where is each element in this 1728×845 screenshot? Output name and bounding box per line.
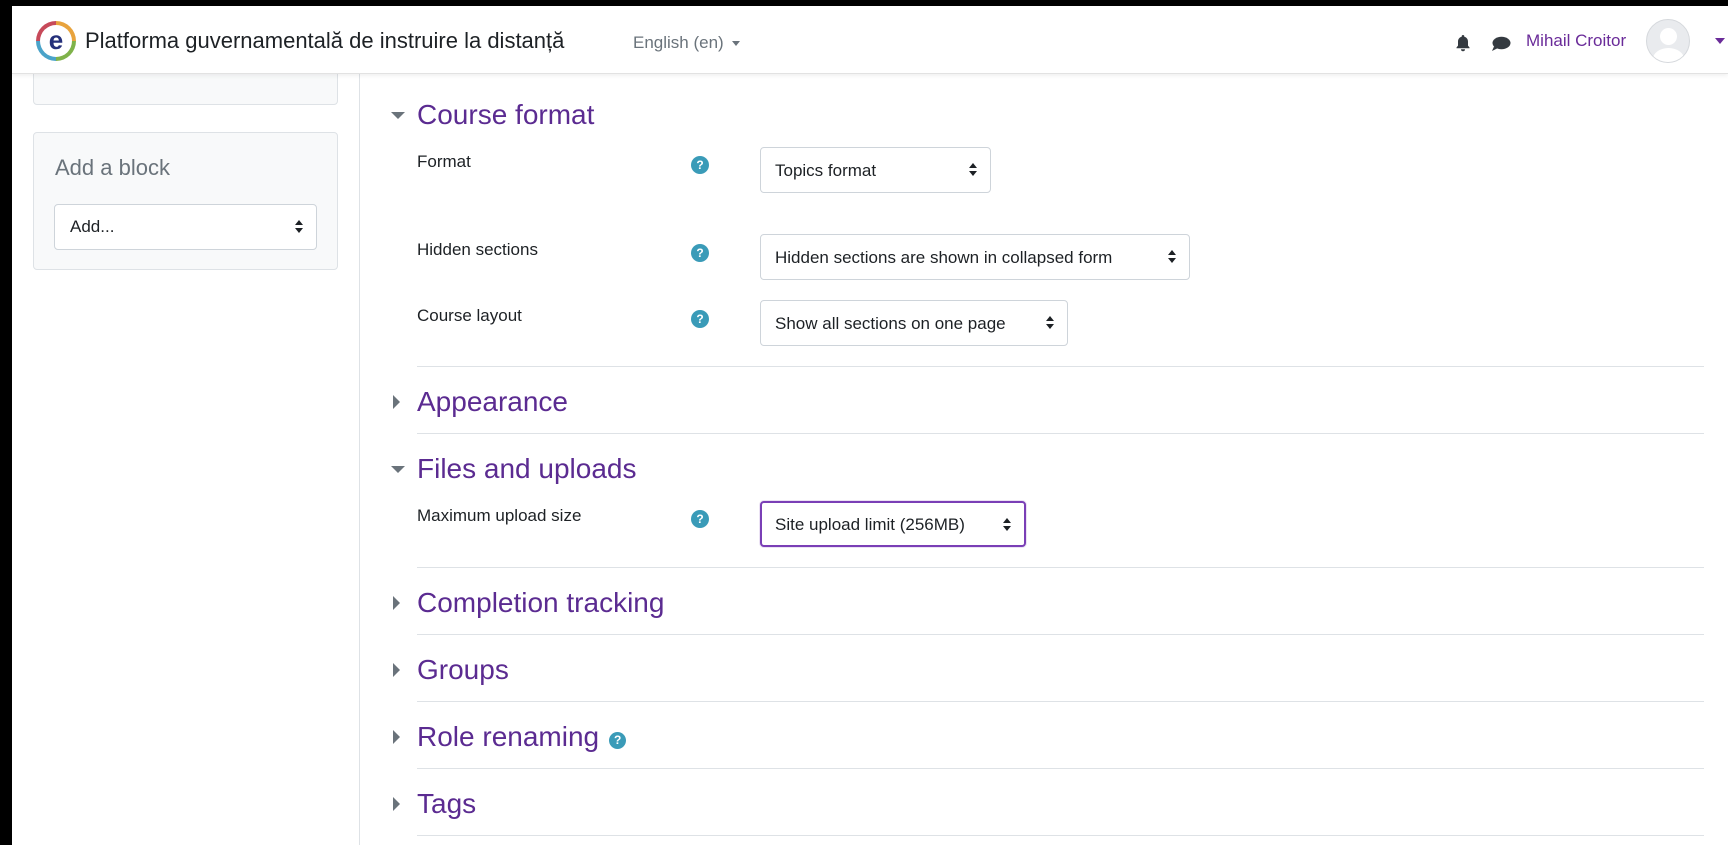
chevron-down-icon[interactable] <box>1715 38 1725 44</box>
section-title: Completion tracking <box>417 587 665 618</box>
hidden-sections-select[interactable]: Hidden sections are shown in collapsed f… <box>760 234 1190 280</box>
avatar-head <box>1660 28 1677 45</box>
section-header-groups[interactable]: Groups <box>391 653 509 687</box>
section-header-completion-tracking[interactable]: Completion tracking <box>391 586 664 620</box>
add-block-panel: Add a block Add... <box>33 132 338 270</box>
top-navbar: e Platforma guvernamentală de instruire … <box>12 6 1728 74</box>
field-label-format: Format <box>417 152 471 171</box>
browser-viewport: e Platforma guvernamentală de instruire … <box>12 6 1728 845</box>
max-upload-size-select-value: Site upload limit (256MB) <box>775 515 965 534</box>
help-icon[interactable]: ? <box>691 510 709 528</box>
language-label: English (en) <box>633 33 724 52</box>
caret-down-icon <box>391 111 405 119</box>
caret-right-icon <box>393 730 400 744</box>
max-upload-size-select[interactable]: Site upload limit (256MB) <box>760 501 1026 547</box>
section-title: Appearance <box>417 386 569 417</box>
section-divider <box>417 366 1704 367</box>
hidden-sections-select-value: Hidden sections are shown in collapsed f… <box>775 248 1113 267</box>
course-layout-select[interactable]: Show all sections on one page <box>760 300 1068 346</box>
section-divider <box>417 634 1704 635</box>
select-arrows-icon <box>969 163 978 177</box>
help-icon[interactable]: ? <box>691 310 709 328</box>
help-icon[interactable]: ? <box>691 156 709 174</box>
site-logo[interactable]: e <box>36 21 76 61</box>
section-title: Course format <box>417 99 595 130</box>
select-arrows-icon <box>1168 250 1177 264</box>
left-block-column: Add a block Add... <box>12 54 360 845</box>
section-divider <box>417 701 1704 702</box>
help-icon[interactable]: ? <box>691 244 709 262</box>
course-layout-select-value: Show all sections on one page <box>775 314 1006 333</box>
select-arrows-icon <box>1003 518 1012 532</box>
field-label-course-layout: Course layout <box>417 306 522 325</box>
site-name-link[interactable]: Platforma guvernamentală de instruire la… <box>85 28 564 54</box>
user-menu-name[interactable]: Mihail Croitor <box>1526 31 1626 51</box>
section-header-role-renaming[interactable]: Role renaming ? <box>391 720 627 754</box>
avatar-body <box>1653 48 1684 62</box>
caret-down-icon <box>391 465 405 473</box>
section-divider <box>417 768 1704 769</box>
section-divider <box>417 835 1704 836</box>
section-title: Groups <box>417 654 509 685</box>
help-icon[interactable]: ? <box>609 731 627 749</box>
section-header-tags[interactable]: Tags <box>391 787 476 821</box>
bell-icon[interactable] <box>1454 34 1472 52</box>
section-divider <box>417 433 1704 434</box>
add-block-title: Add a block <box>55 155 170 180</box>
field-label-max-upload-size: Maximum upload size <box>417 506 582 525</box>
settings-form: Course format Format ? Topics format Hid… <box>361 74 1728 845</box>
section-header-appearance[interactable]: Appearance <box>391 385 568 419</box>
avatar[interactable] <box>1646 19 1690 63</box>
section-header-files-and-uploads[interactable]: Files and uploads <box>391 452 636 486</box>
language-menu[interactable]: English (en) <box>633 33 740 53</box>
section-title: Role renaming <box>417 721 600 752</box>
section-header-course-format[interactable]: Course format <box>391 98 594 132</box>
format-select-value: Topics format <box>775 161 877 180</box>
section-title: Files and uploads <box>417 453 637 484</box>
caret-right-icon <box>393 797 400 811</box>
format-select[interactable]: Topics format <box>760 147 991 193</box>
logo-letter: e <box>40 25 72 57</box>
chevron-down-icon <box>731 41 740 47</box>
caret-right-icon <box>393 596 400 610</box>
section-title: Tags <box>417 788 477 819</box>
add-block-select-value: Add... <box>70 217 115 236</box>
caret-right-icon <box>393 663 400 677</box>
select-arrows-icon <box>295 220 304 234</box>
section-divider <box>417 567 1704 568</box>
field-label-hidden-sections: Hidden sections <box>417 240 538 259</box>
chat-icon[interactable] <box>1491 36 1511 52</box>
caret-right-icon <box>393 395 400 409</box>
add-block-select[interactable]: Add... <box>54 204 317 250</box>
select-arrows-icon <box>1046 316 1055 330</box>
